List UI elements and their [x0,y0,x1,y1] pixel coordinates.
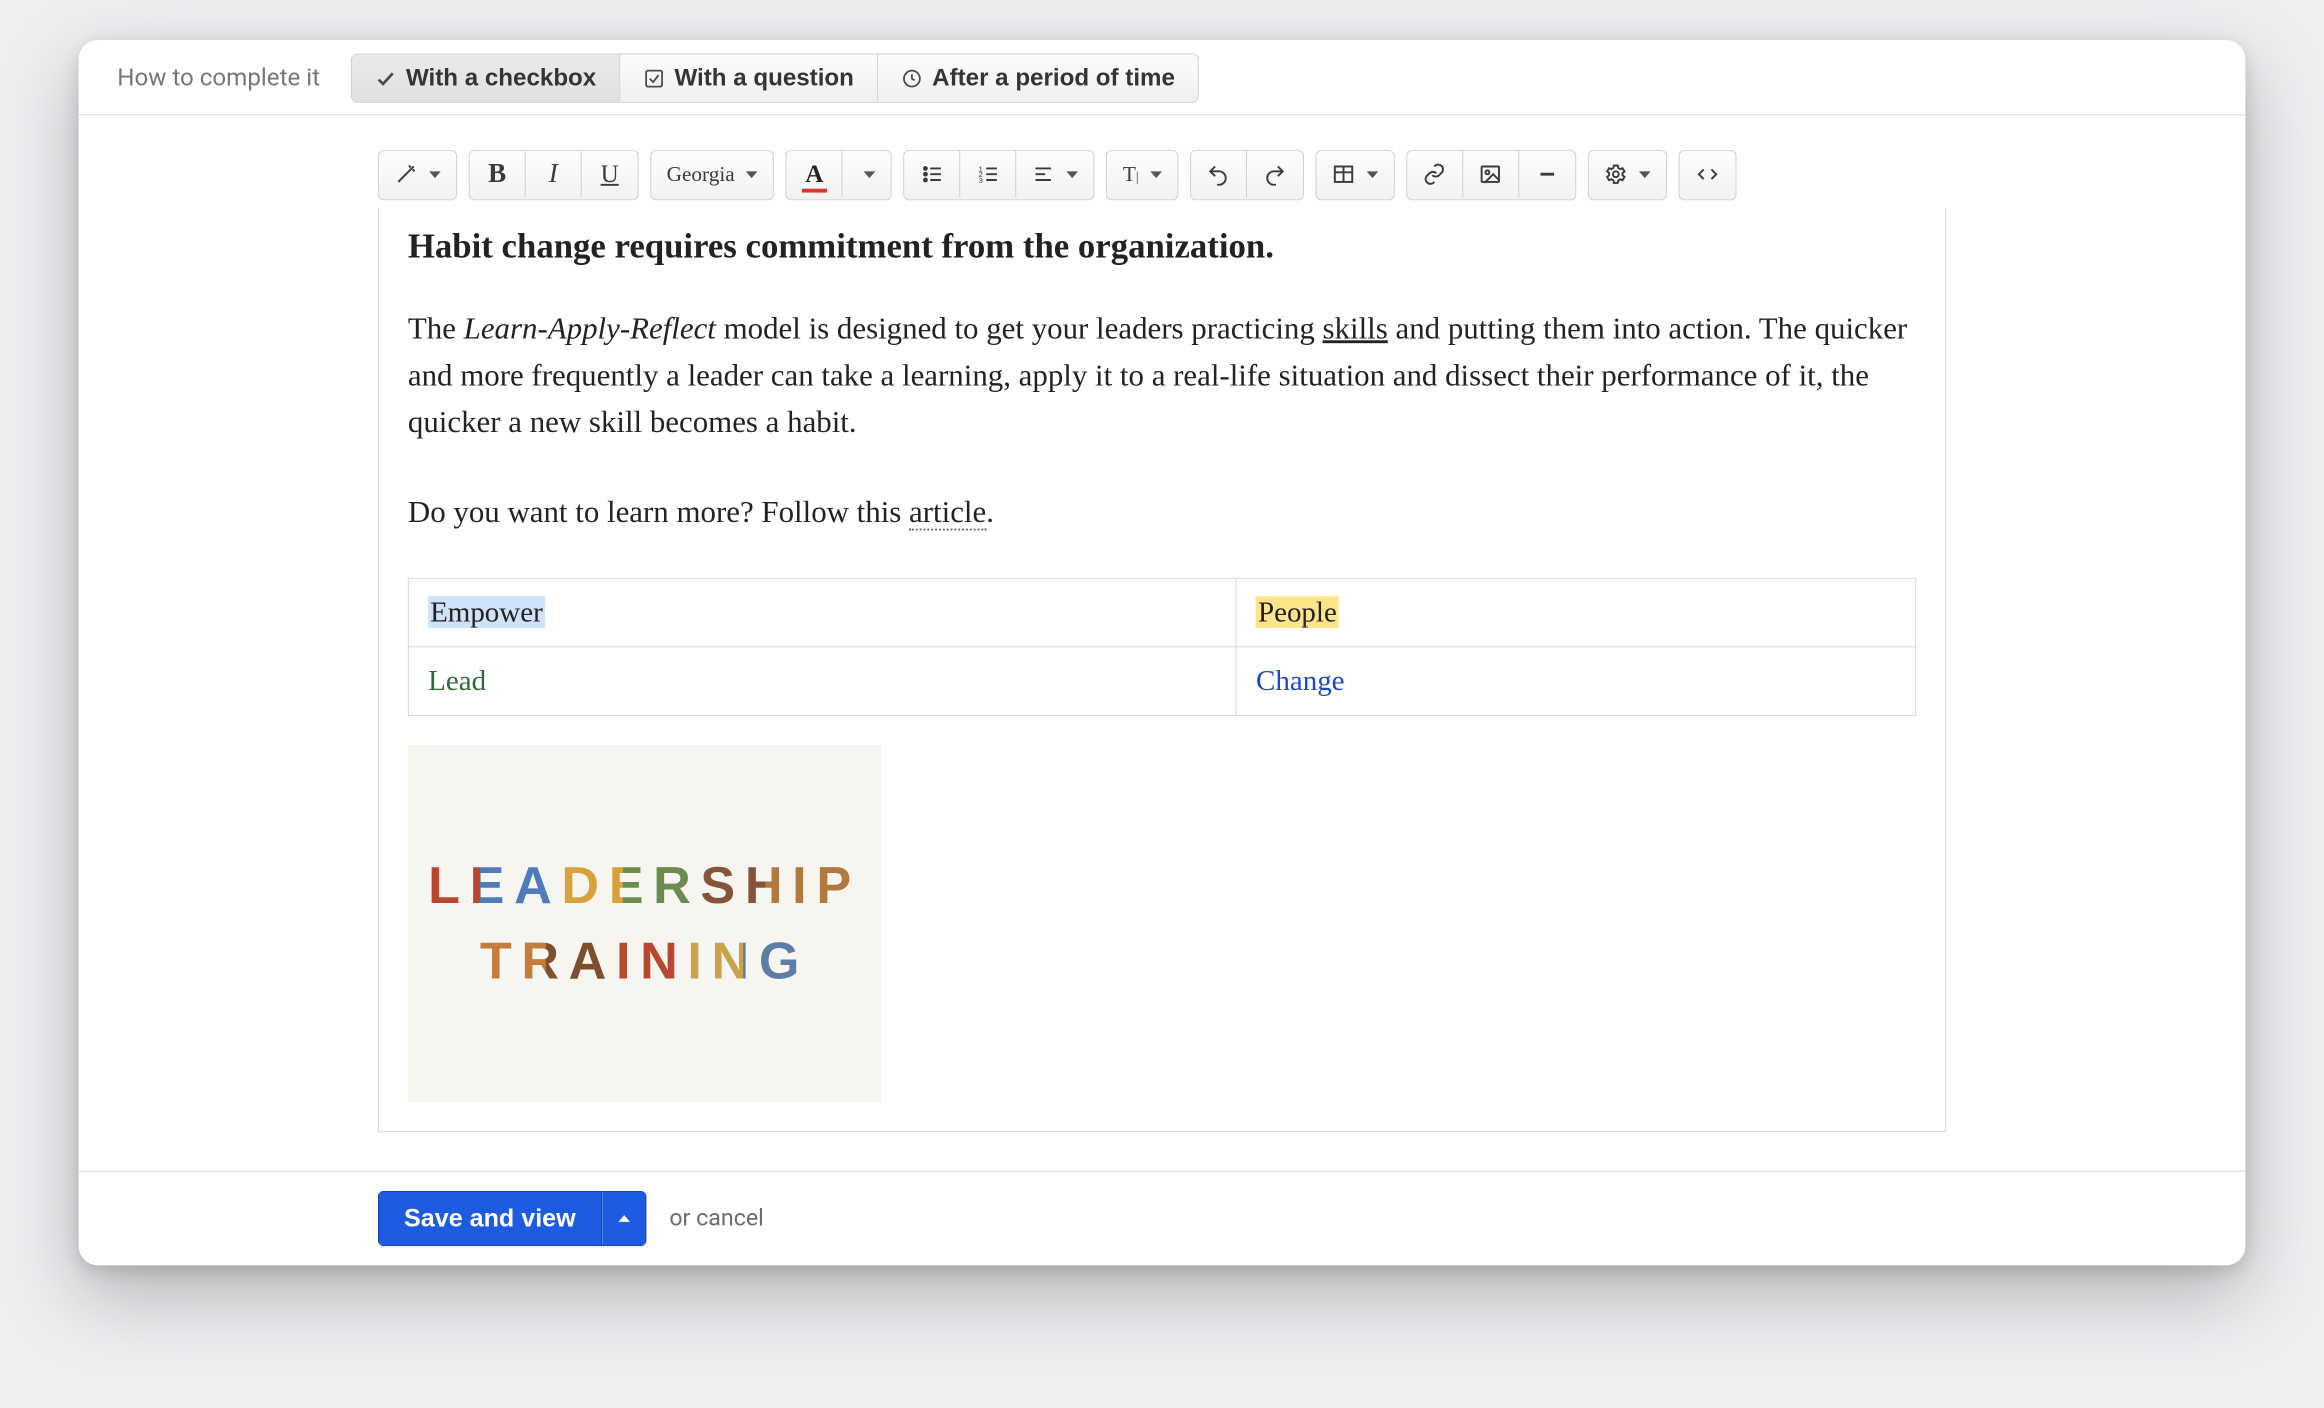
editor: B I U Georgia A [79,115,2246,1131]
table-row: Empower People [408,578,1915,647]
toolbar-group-format: B I U [469,150,639,200]
completion-label: How to complete it [117,64,320,92]
bullet-list-icon [921,163,944,186]
toolbar-group-table [1315,150,1394,200]
toolbar-group-insert [1406,150,1576,200]
redo-button[interactable] [1247,151,1303,197]
completion-with-checkbox[interactable]: With a checkbox [352,54,620,101]
model-name: Learn-Apply-Reflect [464,310,716,345]
text-color-sample: A [805,160,823,189]
chevron-down-icon [1150,171,1162,178]
code-icon [1696,163,1719,186]
toolbar-group-settings [1588,150,1667,200]
content-paragraph-1: The Learn-Apply-Reflect model is designe… [408,305,1916,446]
completion-option-label: With a question [674,64,853,92]
bullet-list-button[interactable] [905,151,961,197]
undo-icon [1207,163,1230,186]
chevron-down-icon [1067,171,1079,178]
toolbar-group-history [1190,150,1304,200]
redo-icon [1263,163,1286,186]
toolbar-group-font: Georgia [650,150,774,200]
editor-footer: Save and view or cancel [79,1170,2246,1265]
wand-icon [394,163,417,186]
bold-button[interactable]: B [470,151,526,197]
toolbar-group-code [1678,150,1736,200]
numbered-list-button[interactable]: 123 [961,151,1017,197]
line-height-button[interactable]: T| [1107,151,1177,197]
toolbar-group-lists: 123 [904,150,1095,200]
completion-option-label: With a checkbox [406,64,596,92]
editor-toolbar: B I U Georgia A [378,150,1946,200]
image-icon [1479,163,1502,186]
check-icon [375,68,396,89]
article-link[interactable]: article [909,494,986,531]
table-icon [1332,163,1355,186]
style-menu-button[interactable] [379,151,456,197]
table-cell[interactable]: Change [1236,646,1915,715]
image-text-line: TRAINING [480,935,809,987]
settings-button[interactable] [1589,151,1666,197]
link-icon [1423,163,1446,186]
table-button[interactable] [1316,151,1393,197]
save-button[interactable]: Save and view [378,1190,602,1245]
minus-icon [1535,163,1558,186]
cancel-link[interactable]: cancel [696,1204,764,1231]
image-button[interactable] [1463,151,1519,197]
font-family-label: Georgia [667,162,735,187]
checkbox-icon [644,68,665,89]
text-color-button[interactable]: A [787,151,843,197]
text-color-menu[interactable] [843,151,891,197]
line-height-icon: T| [1123,162,1139,187]
save-split-button: Save and view [378,1190,646,1245]
chevron-down-icon [1639,171,1651,178]
svg-text:3: 3 [979,176,983,185]
toolbar-group-lineheight: T| [1106,150,1178,200]
chevron-down-icon [864,171,876,178]
chevron-down-icon [429,171,441,178]
save-menu-button[interactable] [602,1190,646,1245]
completion-segmented: With a checkbox With a question After a … [351,54,1199,103]
chevron-down-icon [746,171,758,178]
numbered-list-icon: 123 [977,163,1000,186]
table-row: Lead Change [408,646,1915,715]
cancel-area: or cancel [669,1204,763,1231]
clock-icon [901,68,922,89]
underline-button[interactable]: U [582,151,638,197]
content-table: Empower People Lead Change [408,577,1916,715]
editor-window: How to complete it With a checkbox With … [79,40,2246,1265]
completion-option-label: After a period of time [932,64,1175,92]
content-heading: Habit change requires commitment from th… [408,225,1916,266]
font-family-select[interactable]: Georgia [651,151,773,197]
table-cell[interactable]: Lead [408,646,1236,715]
completion-bar: How to complete it With a checkbox With … [79,40,2246,115]
editor-content[interactable]: Habit change requires commitment from th… [378,208,1946,1132]
content-paragraph-2: Do you want to learn more? Follow this a… [408,488,1916,535]
italic-button[interactable]: I [526,151,582,197]
code-view-button[interactable] [1679,151,1735,197]
hr-button[interactable] [1519,151,1575,197]
chevron-up-icon [618,1215,630,1222]
align-icon [1032,163,1055,186]
toolbar-group-color: A [786,150,892,200]
link-button[interactable] [1407,151,1463,197]
toolbar-group-style [378,150,457,200]
chevron-down-icon [1366,171,1378,178]
table-cell[interactable]: People [1236,578,1915,647]
align-button[interactable] [1017,151,1094,197]
skills-link[interactable]: skills [1323,310,1388,345]
completion-after-time[interactable]: After a period of time [878,54,1198,101]
completion-with-question[interactable]: With a question [620,54,878,101]
content-image[interactable]: LEADERSHIP TRAINING [408,744,881,1101]
table-cell[interactable]: Empower [408,578,1236,647]
gear-icon [1604,163,1627,186]
image-text-line: LEADERSHIP [428,859,861,911]
undo-button[interactable] [1191,151,1247,197]
